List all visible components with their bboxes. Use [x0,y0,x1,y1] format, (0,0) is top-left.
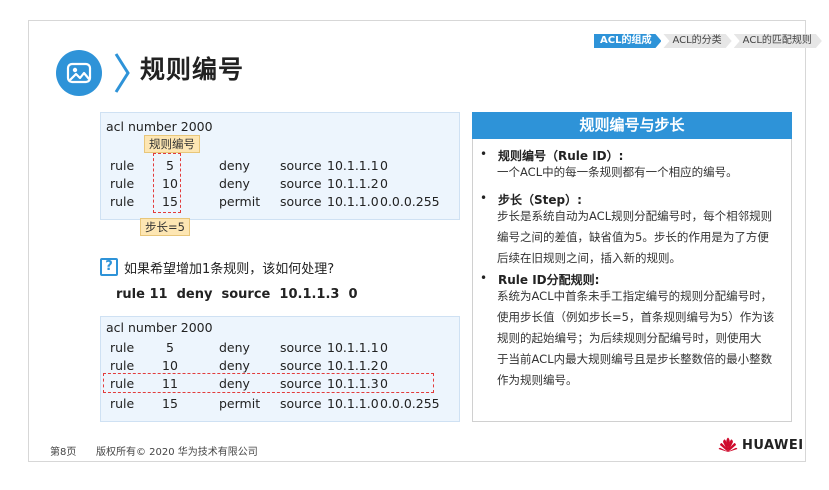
image-icon [56,50,102,96]
rule-action: deny [219,176,250,191]
page-number: 第8页 [50,447,77,458]
rule-source-keyword: source [280,176,322,191]
rule-wildcard: 0 [380,376,388,391]
rule-action: deny [219,358,250,373]
rule-source-keyword: source [280,194,322,209]
bullet-icon: • [480,147,488,161]
body-line: 使用步长值（例如步长=5，首条规则编号为5）作为该 [497,310,775,324]
rule-action: deny [219,158,250,173]
rule-source-keyword: source [280,358,322,373]
rule-wildcard: 0 [380,158,388,173]
rule-wildcard: 0 [380,340,388,355]
body-line: 后续在旧规则之间，插入新的规则。 [497,251,681,265]
rule-source-ip: 10.1.1.1 [327,158,379,173]
rule-source-keyword: source [280,340,322,355]
rule-keyword: rule [110,358,135,373]
rule-keyword: rule [110,396,135,411]
copyright-text: 版权所有© 2020 华为技术有限公司 [96,447,258,458]
rule-source-ip: 10.1.1.2 [327,176,379,191]
breadcrumb-item-acl-matching[interactable]: ACL的匹配规则 [734,34,822,48]
rule-source-ip: 10.1.1.0 [327,194,379,209]
body-line: 系统为ACL中首条未手工指定编号的规则分配编号时， [497,289,773,303]
rule-source-keyword: source [280,158,322,173]
step-tag: 步长=5 [140,218,190,236]
rule-keyword: rule [110,376,135,391]
rule-action: permit [219,396,261,411]
page-title: 规则编号 [140,55,245,84]
breadcrumb-item-acl-types[interactable]: ACL的分类 [663,34,731,48]
rule-keyword: rule [110,194,135,209]
rule-id: 5 [166,340,174,355]
rule-id: 15 [162,396,178,411]
rule-id-tag: 规则编号 [144,135,200,153]
brand-name: HUAWEI [742,437,804,453]
rule-source-keyword: source [280,376,322,391]
acl-header: acl number 2000 [106,119,213,134]
rule-source-ip: 10.1.1.0 [327,396,379,411]
huawei-flower-icon [718,437,738,452]
bullet-icon: • [480,271,488,285]
body-line: 规则的起始编号；为后续规则分配编号时，则使用大 [497,331,762,345]
acl-header: acl number 2000 [106,320,213,335]
question-text: 如果希望增加1条规则，该如何处理? [124,262,335,277]
rule-source-ip: 10.1.1.3 [327,376,379,391]
rule-id-highlight [153,153,181,213]
body-line: 于当前ACL内最大规则编号且是步长整数倍的最小整数 [497,352,773,366]
rule-wildcard: 0.0.0.255 [380,194,440,209]
rule-action: deny [219,376,250,391]
rule-action: permit [219,194,261,209]
rule-wildcard: 0 [380,358,388,373]
rule-source-keyword: source [280,396,322,411]
huawei-logo: HUAWEI [718,437,804,453]
body-line: 编号之间的差值，缺省值为5。步长的作用是为了方便 [497,230,769,244]
body-line: 步长是系统自动为ACL规则分配编号时，每个相邻规则 [497,209,773,223]
breadcrumb-item-acl-composition[interactable]: ACL的组成 [594,34,661,48]
rule-id: 11 [162,376,178,391]
section-body-rule-id: 一个ACL中的每一条规则都有一个相应的编号。 [497,162,785,183]
rule-id: 10 [162,358,178,373]
rule-keyword: rule [110,340,135,355]
body-line: 作为规则编号。 [497,373,578,387]
bullet-icon: • [480,191,488,205]
rule-source-ip: 10.1.1.1 [327,340,379,355]
chevron-right-icon [114,53,130,93]
info-panel-title: 规则编号与步长 [472,112,792,139]
rule-keyword: rule [110,158,135,173]
rule-action: deny [219,340,250,355]
section-body-step: 步长是系统自动为ACL规则分配编号时，每个相邻规则 编号之间的差值，缺省值为5。… [497,206,785,269]
rule-wildcard: 0 [380,176,388,191]
rule-source-ip: 10.1.1.2 [327,358,379,373]
breadcrumb: ACL的组成 ACL的分类 ACL的匹配规则 [594,34,824,48]
body-line: 一个ACL中的每一条规则都有一个相应的编号。 [497,165,738,179]
section-body-rule-id-allocation: 系统为ACL中首条未手工指定编号的规则分配编号时， 使用步长值（例如步长=5，首… [497,286,785,391]
answer-command: rule 11 deny source 10.1.1.3 0 [116,287,358,302]
rule-keyword: rule [110,176,135,191]
rule-wildcard: 0.0.0.255 [380,396,440,411]
question-icon: ? [100,258,118,276]
